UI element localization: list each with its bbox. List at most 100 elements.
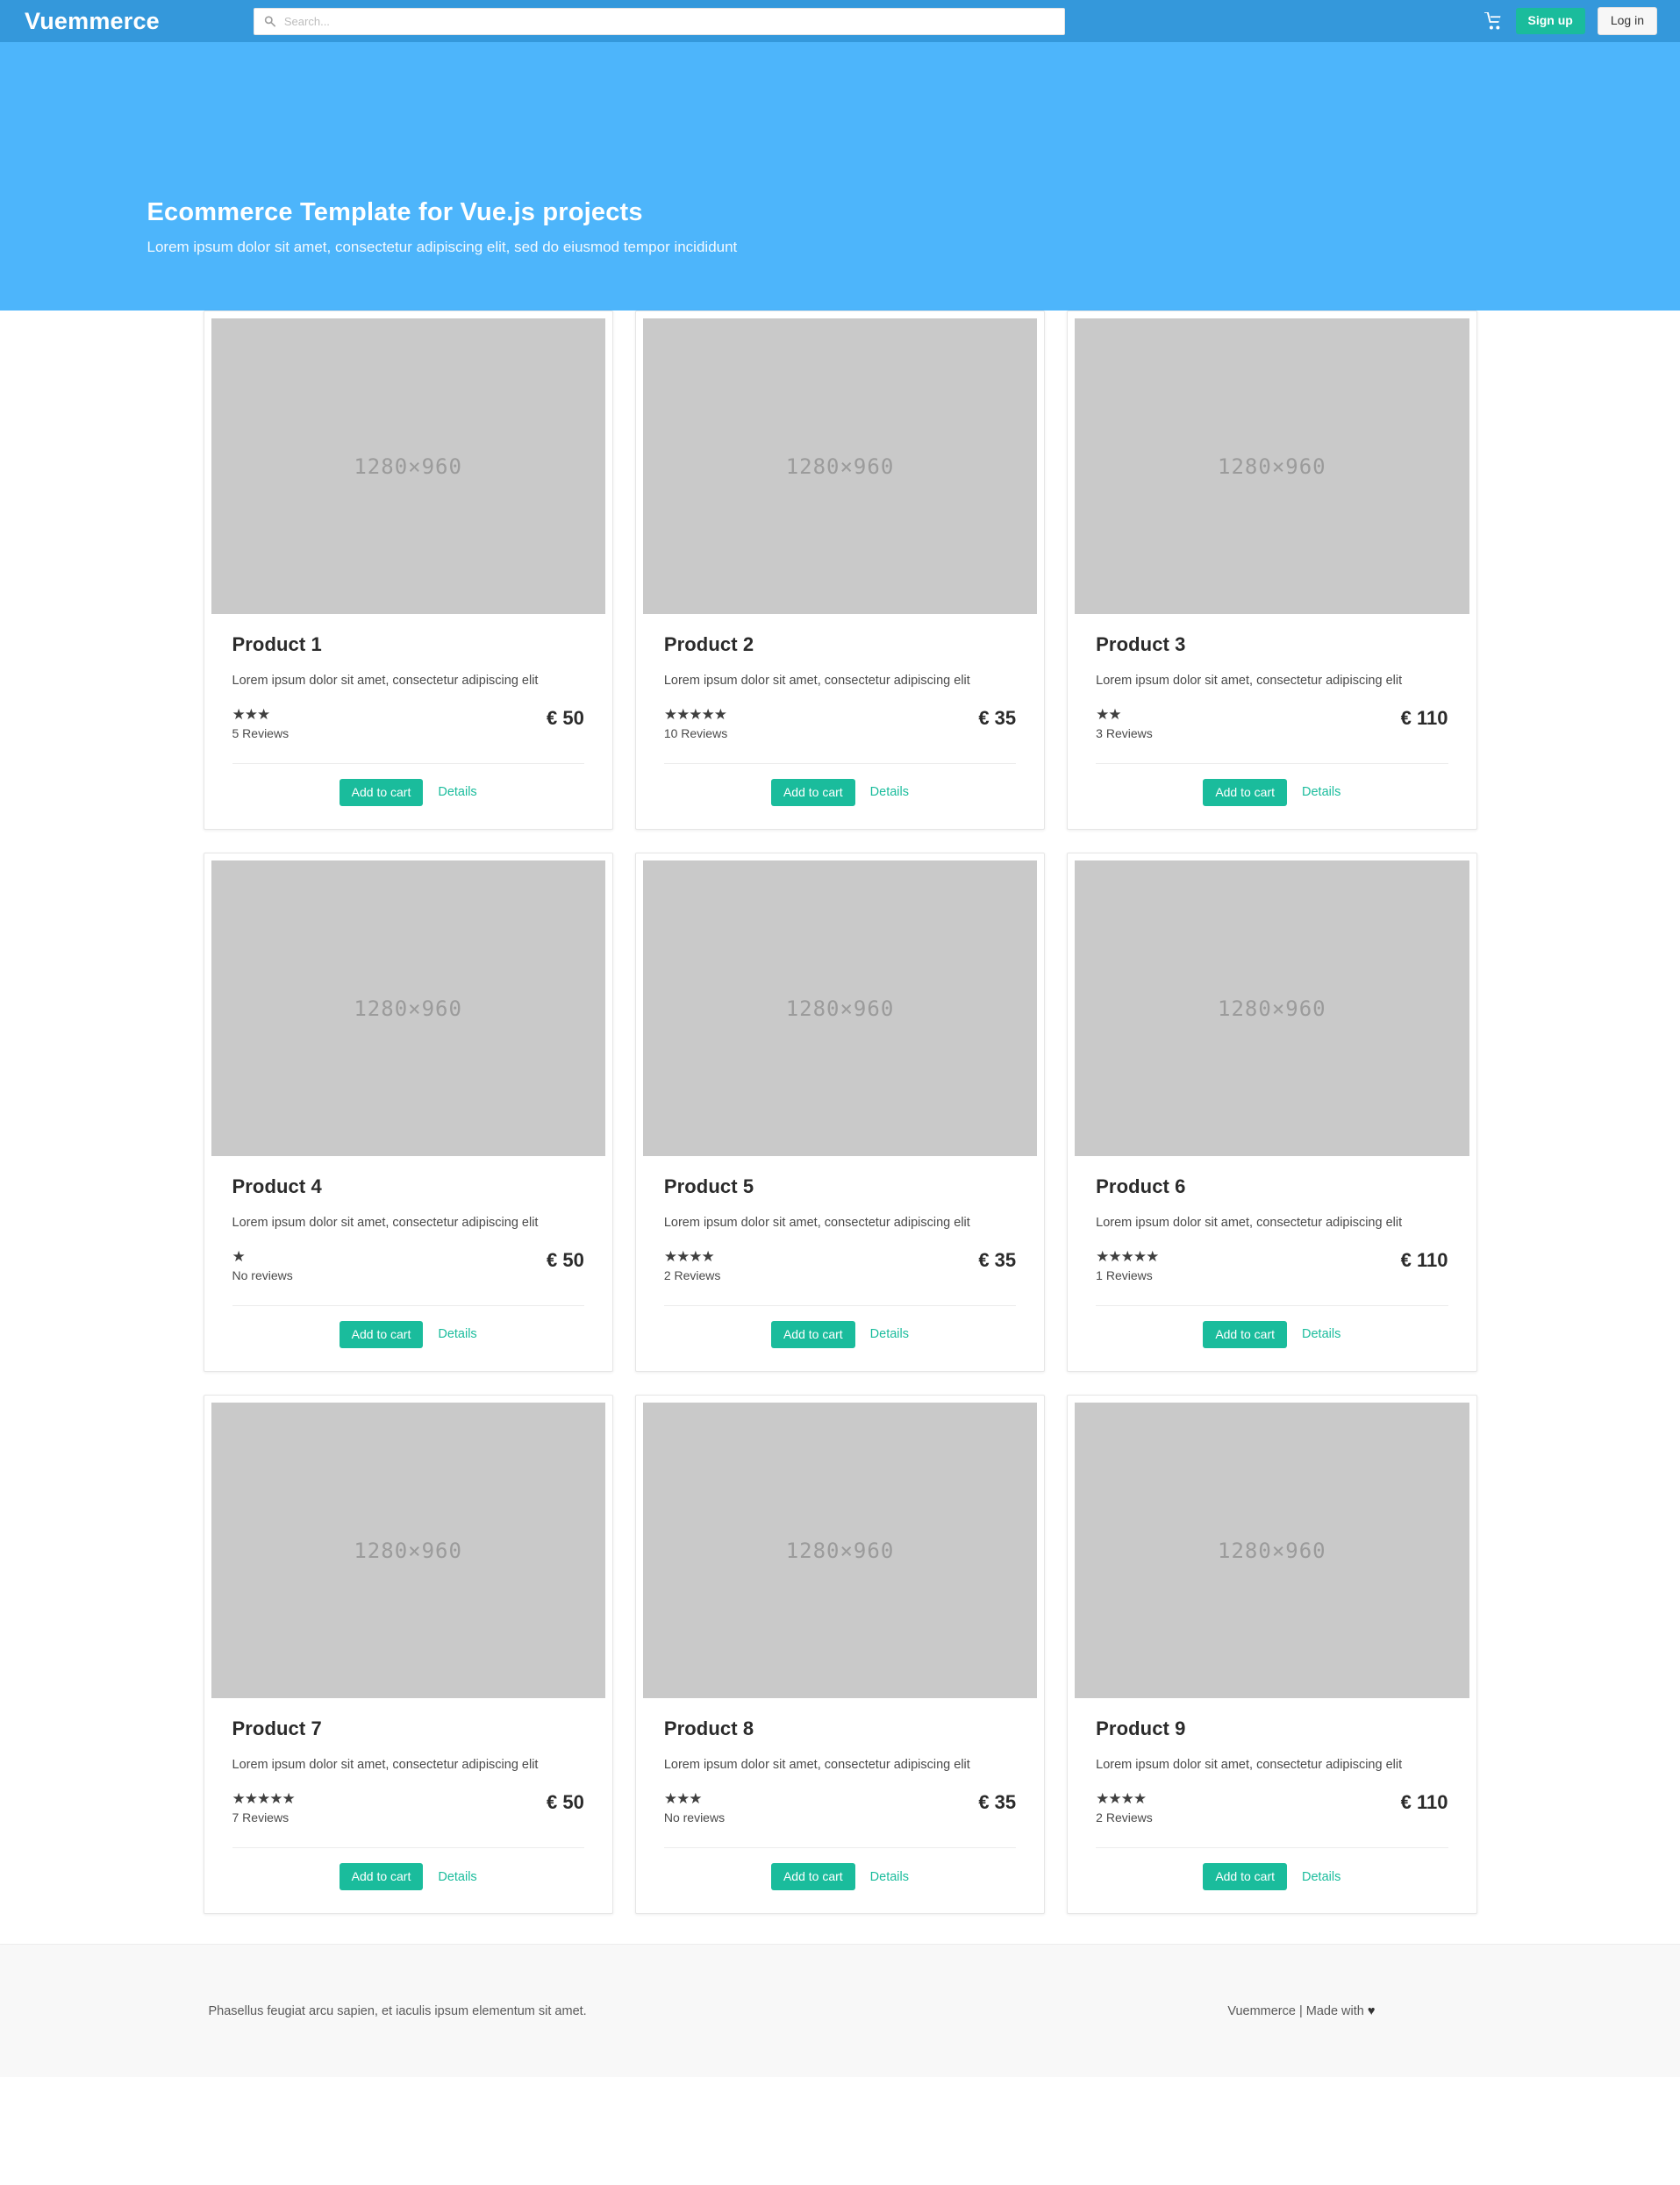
product-price: € 110 <box>1400 1249 1448 1272</box>
product-rating-row: ★★★★★ 7 Reviews € 50 <box>232 1790 584 1824</box>
product-rating-block: ★★★★★ 7 Reviews <box>232 1790 296 1824</box>
product-image-placeholder: 1280×960 <box>211 1403 605 1699</box>
product-card: 1280×960 Product 2 Lorem ipsum dolor sit a… <box>634 311 1046 831</box>
signup-button[interactable]: Sign up <box>1515 8 1585 34</box>
details-link[interactable]: Details <box>1302 1870 1340 1884</box>
product-image-placeholder: 1280×960 <box>211 318 605 614</box>
product-rating-row: ★★★★ 2 Reviews € 110 <box>1096 1790 1448 1824</box>
product-rating-row: ★ No reviews € 50 <box>232 1248 584 1282</box>
navbar: Vuemmerce Sign up Log in <box>0 0 1680 42</box>
product-reviews-count: 2 Reviews <box>1096 1810 1153 1824</box>
product-title: Product 8 <box>663 1717 754 1740</box>
product-description: Lorem ipsum dolor sit amet, consectetur … <box>1096 674 1403 688</box>
product-card-body: Product 7 Lorem ipsum dolor sit amet, con… <box>211 1698 605 1824</box>
product-title: Product 4 <box>232 1175 322 1198</box>
brand-logo[interactable]: Vuemmerce <box>25 8 160 35</box>
product-card-body: Product 4 Lorem ipsum dolor sit amet, con… <box>211 1156 605 1282</box>
add-to-cart-button[interactable]: Add to cart <box>1203 1320 1288 1349</box>
product-card: 1280×960 Product 8 Lorem ipsum dolor sit a… <box>634 1395 1046 1915</box>
add-to-cart-button[interactable]: Add to cart <box>339 1862 424 1891</box>
product-image-placeholder: 1280×960 <box>211 860 605 1157</box>
product-card: 1280×960 Product 9 Lorem ipsum dolor sit a… <box>1067 1395 1477 1915</box>
product-title: Product 2 <box>663 633 754 655</box>
product-image-label: 1280×960 <box>354 1538 462 1563</box>
add-to-cart-button[interactable]: Add to cart <box>770 1862 855 1891</box>
add-to-cart-button[interactable]: Add to cart <box>339 778 424 807</box>
product-rating-row: ★★★ No reviews € 35 <box>663 1790 1017 1824</box>
product-rating-row: ★★ 3 Reviews € 110 <box>1096 706 1448 740</box>
product-card: 1280×960 Product 7 Lorem ipsum dolor sit a… <box>203 1395 613 1915</box>
product-grid: 1280×960 Product 1 Lorem ipsum dolor sit a… <box>203 311 1477 1915</box>
hero-inner: Ecommerce Template for Vue.js projects L… <box>121 42 1560 256</box>
star-rating-icon: ★★★★★ <box>232 1790 296 1808</box>
product-image-placeholder: 1280×960 <box>1075 860 1469 1157</box>
star-rating-icon: ★★★★ <box>1096 1790 1147 1808</box>
product-rating-block: ★★★★ 2 Reviews <box>664 1248 721 1282</box>
add-to-cart-button[interactable]: Add to cart <box>1203 1862 1288 1891</box>
product-card-actions: Add to cart Details <box>1096 1846 1448 1891</box>
product-reviews-count: No reviews <box>232 1267 293 1282</box>
product-rating-block: ★★★★ 2 Reviews <box>1096 1790 1153 1824</box>
product-card-body: Product 6 Lorem ipsum dolor sit amet, con… <box>1075 1156 1469 1282</box>
product-image-label: 1280×960 <box>354 453 462 479</box>
product-title: Product 6 <box>1096 1175 1186 1198</box>
product-description: Lorem ipsum dolor sit amet, consectetur … <box>1096 1758 1403 1773</box>
product-reviews-count: 10 Reviews <box>663 725 728 740</box>
details-link[interactable]: Details <box>870 1870 909 1884</box>
hero-banner: Ecommerce Template for Vue.js projects L… <box>0 42 1680 353</box>
add-to-cart-button[interactable]: Add to cart <box>770 1320 855 1349</box>
product-card-actions: Add to cart Details <box>1096 1304 1448 1349</box>
product-image-label: 1280×960 <box>1218 453 1326 479</box>
product-image-label: 1280×960 <box>785 1538 895 1563</box>
product-card-actions: Add to cart Details <box>663 1846 1017 1891</box>
product-title: Product 7 <box>232 1717 322 1740</box>
star-rating-icon: ★★ <box>1096 706 1121 723</box>
product-image-label: 1280×960 <box>354 996 462 1021</box>
product-description: Lorem ipsum dolor sit amet, consectetur … <box>663 1758 970 1773</box>
product-card-actions: Add to cart Details <box>232 762 584 807</box>
product-card-body: Product 3 Lorem ipsum dolor sit amet, con… <box>1075 614 1469 740</box>
details-link[interactable]: Details <box>1302 785 1340 799</box>
product-description: Lorem ipsum dolor sit amet, consectetur … <box>1096 1216 1403 1231</box>
details-link[interactable]: Details <box>438 1327 476 1341</box>
details-link[interactable]: Details <box>438 785 476 799</box>
product-price: € 110 <box>1400 1791 1448 1814</box>
product-reviews-count: 5 Reviews <box>232 725 290 740</box>
product-reviews-count: 3 Reviews <box>1096 725 1153 740</box>
product-image-placeholder: 1280×960 <box>1075 318 1469 614</box>
details-link[interactable]: Details <box>438 1870 476 1884</box>
product-rating-block: ★ No reviews <box>232 1248 293 1282</box>
details-link[interactable]: Details <box>870 785 909 799</box>
product-price: € 35 <box>978 1791 1017 1814</box>
navbar-actions: Sign up Log in <box>1483 7 1662 35</box>
shopping-cart-icon[interactable] <box>1483 11 1504 30</box>
product-title: Product 1 <box>232 633 322 655</box>
product-rating-block: ★★★ No reviews <box>663 1790 725 1824</box>
product-price: € 35 <box>978 1249 1017 1272</box>
details-link[interactable]: Details <box>870 1327 909 1341</box>
add-to-cart-button[interactable]: Add to cart <box>339 1320 424 1349</box>
footer-right-text: Vuemmerce | Made with ♥ <box>1227 2004 1375 2018</box>
product-rating-row: ★★★★ 2 Reviews € 35 <box>664 1248 1017 1282</box>
product-image-placeholder: 1280×960 <box>642 1403 1038 1699</box>
product-rating-block: ★★★ 5 Reviews <box>232 706 290 740</box>
star-rating-icon: ★★★ <box>663 1790 703 1808</box>
product-description: Lorem ipsum dolor sit amet, consectetur … <box>232 1216 539 1231</box>
product-rating-row: ★★★ 5 Reviews € 50 <box>232 706 584 740</box>
product-card-body: Product 8 Lorem ipsum dolor sit amet, con… <box>643 1698 1037 1824</box>
search-input[interactable] <box>253 7 1065 35</box>
product-image-placeholder: 1280×960 <box>642 318 1038 614</box>
heart-icon: ♥ <box>1367 2003 1376 2018</box>
product-card: 1280×960 Product 6 Lorem ipsum dolor sit a… <box>1067 853 1477 1373</box>
details-link[interactable]: Details <box>1302 1327 1340 1341</box>
add-to-cart-button[interactable]: Add to cart <box>770 778 855 807</box>
product-description: Lorem ipsum dolor sit amet, consectetur … <box>232 674 539 688</box>
add-to-cart-button[interactable]: Add to cart <box>1203 778 1288 807</box>
product-card-body: Product 5 Lorem ipsum dolor sit amet, con… <box>643 1156 1037 1282</box>
login-button[interactable]: Log in <box>1597 7 1657 35</box>
star-rating-icon: ★★★ <box>232 706 271 723</box>
product-price: € 35 <box>978 707 1017 729</box>
product-image-placeholder: 1280×960 <box>642 860 1038 1157</box>
product-grid-section: 1280×960 Product 1 Lorem ipsum dolor sit a… <box>0 311 1680 1945</box>
star-rating-icon: ★ <box>232 1248 246 1266</box>
